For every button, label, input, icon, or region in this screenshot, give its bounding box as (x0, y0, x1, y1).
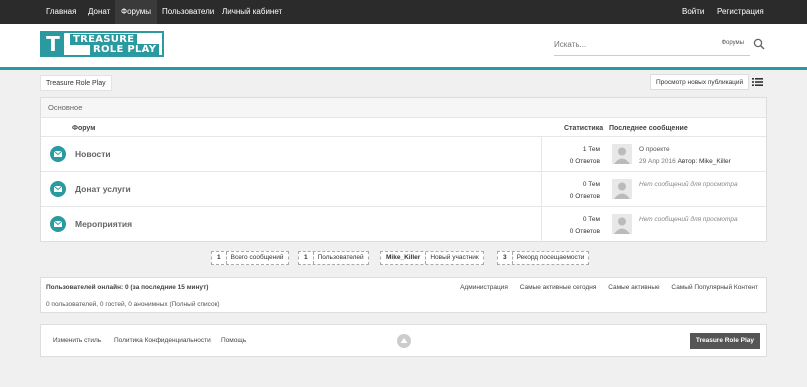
forum-mail-icon (50, 146, 66, 162)
stat-value[interactable]: Mike_Killer (381, 252, 427, 264)
nav-forums[interactable]: Форумы (115, 0, 158, 24)
footer-brand-button[interactable]: Treasure Role Play (689, 333, 760, 349)
forum-title-news[interactable]: Новости (75, 149, 111, 159)
search-scope[interactable]: Форумы (721, 40, 744, 46)
nav-home[interactable]: Главная (46, 0, 76, 24)
stat-label: Всего сообщений (230, 254, 284, 261)
stat-label: Новый участник (430, 254, 479, 261)
topics-count: 0 Тем (582, 181, 600, 188)
breadcrumb[interactable]: Treasure Role Play (40, 75, 112, 91)
footer: Изменить стиль Политика Конфиденциальнос… (40, 324, 767, 357)
replies-count: 0 Ответов (569, 193, 600, 200)
link-administration[interactable]: Администрация (460, 284, 508, 291)
topics-count: 0 Тем (582, 216, 600, 223)
forum-mail-icon (50, 181, 66, 197)
avatar[interactable] (612, 144, 632, 164)
replies-count: 0 Ответов (569, 228, 600, 235)
stat-label: Рекорд посещаемости (516, 254, 585, 261)
stat-value: 3 (498, 252, 513, 264)
author-label: Автор: (677, 158, 698, 165)
search-box: Форумы (554, 34, 750, 56)
last-post-date: 29 Апр 2016 (639, 158, 676, 165)
link-most-active[interactable]: Самые активные (608, 284, 659, 291)
forum-row: Новости 1 Тем 0 Ответов О проекте 29 Апр… (41, 136, 766, 172)
search-input[interactable] (554, 36, 694, 52)
topics-count: 1 Тем (582, 146, 600, 153)
header-divider (0, 67, 807, 70)
online-users-panel: Пользователей онлайн: 0 (за последние 15… (40, 277, 767, 313)
forum-stats: 0 Тем 0 Ответов (541, 172, 606, 207)
register-link[interactable]: Регистрация (717, 0, 764, 24)
last-post-column-header: Последнее сообщение (609, 125, 688, 132)
forum-row: Мероприятия 0 Тем 0 Ответов Нет сообщени… (41, 206, 766, 242)
forum-title-events[interactable]: Мероприятия (75, 219, 132, 229)
full-list-link[interactable]: (Полный список) (169, 301, 219, 308)
stat-value: 1 (212, 252, 227, 264)
forum-category: Основное Форум Статистика Последнее сооб… (40, 97, 767, 242)
stat-attendance-record: 3 Рекорд посещаемости (497, 251, 590, 265)
online-counts: 0 пользователей, 0 гостей, 0 анонимных (… (46, 301, 220, 308)
stat-label: Пользователей (317, 254, 364, 261)
online-counts-text: 0 пользователей, 0 гостей, 0 анонимных (46, 301, 168, 308)
footer-help[interactable]: Помощь (221, 337, 246, 344)
nav-account[interactable]: Личный кабинет (222, 0, 282, 24)
forum-stats: 1 Тем 0 Ответов (541, 137, 606, 172)
logo-letter: T (42, 33, 64, 55)
forum-column-header: Форум (72, 125, 96, 132)
search-icon[interactable] (753, 38, 765, 50)
forum-stats: 0 Тем 0 Ответов (541, 207, 606, 242)
link-most-popular[interactable]: Самый Популярный Контент (671, 284, 758, 291)
stats-column-header: Статистика (564, 125, 604, 132)
forum-mail-icon (50, 216, 66, 232)
nav-users[interactable]: Пользователи (162, 0, 214, 24)
scroll-top-icon[interactable] (397, 334, 411, 348)
no-posts-text: Нет сообщений для просмотра (639, 216, 738, 223)
last-post-title[interactable]: О проекте (639, 146, 670, 153)
replies-count: 0 Ответов (569, 158, 600, 165)
last-post-author[interactable]: Mike_Killer (699, 158, 731, 165)
footer-change-style[interactable]: Изменить стиль (53, 337, 101, 344)
category-title[interactable]: Основное (41, 98, 766, 118)
view-new-posts-button[interactable]: Просмотр новых публикаций (650, 74, 750, 90)
online-links: Администрация Самые активные сегодня Сам… (450, 284, 758, 291)
forum-title-donate[interactable]: Донат услуги (75, 184, 131, 194)
avatar (612, 179, 632, 199)
link-most-active-today[interactable]: Самые активные сегодня (520, 284, 597, 291)
online-users-title: Пользователей онлайн: 0 (за последние 15… (46, 284, 209, 291)
site-logo[interactable]: T TREASURE ROLE PLAY (40, 31, 164, 57)
logo-line2: ROLE PLAY (90, 44, 160, 55)
no-posts-text: Нет сообщений для просмотра (639, 181, 738, 188)
avatar (612, 214, 632, 234)
nav-donate[interactable]: Донат (88, 0, 110, 24)
stat-total-posts: 1 Всего сообщений (211, 251, 289, 265)
stat-value: 1 (299, 252, 314, 264)
forum-row: Донат услуги 0 Тем 0 Ответов Нет сообщен… (41, 171, 766, 207)
login-link[interactable]: Войти (682, 0, 704, 24)
list-view-icon[interactable] (750, 75, 765, 89)
top-navigation: Главная Донат Форумы Пользователи Личный… (0, 0, 807, 24)
last-post-meta: 29 Апр 2016 Автор: Mike_Killer (639, 158, 731, 165)
stat-users: 1 Пользователей (298, 251, 369, 265)
footer-privacy-policy[interactable]: Политика Конфиденциальности (114, 337, 211, 344)
stat-newest-member: Mike_Killer Новый участник (380, 251, 484, 265)
